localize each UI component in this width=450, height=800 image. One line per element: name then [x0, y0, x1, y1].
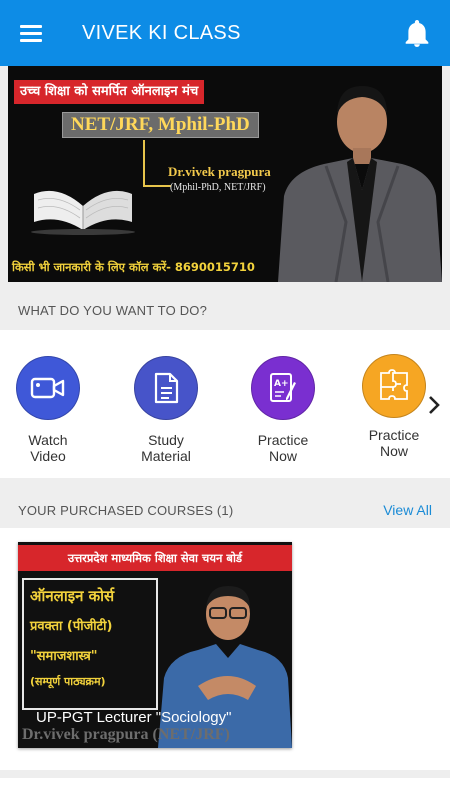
- banner-contact: किसी भी जानकारी के लिए कॉल करें- 8690015…: [12, 260, 255, 274]
- course-caption: UP-PGT Lecturer "Sociology": [36, 709, 232, 726]
- video-camera-icon: [16, 356, 80, 420]
- divider: [143, 185, 171, 187]
- course-card[interactable]: उत्तरप्रदेश माध्यमिक शिक्षा सेवा चयन बोर…: [18, 542, 292, 748]
- notification-bell-icon[interactable]: [404, 20, 430, 48]
- hamburger-menu-icon[interactable]: [18, 22, 44, 44]
- course-line: प्रवक्ता (पीजीटी): [30, 619, 113, 634]
- document-icon: [134, 356, 198, 420]
- view-all-link[interactable]: View All: [383, 502, 432, 518]
- banner-teacher-degrees: (Mphil-PhD, NET/JRF): [170, 182, 266, 193]
- promo-banner[interactable]: उच्च शिक्षा को समर्पित ऑनलाइन मंच NET/JR…: [8, 66, 442, 282]
- section-heading-courses: YOUR PURCHASED COURSES (1): [18, 503, 234, 518]
- course-line: ऑनलाइन कोर्स: [30, 587, 115, 605]
- action-label: Video: [30, 448, 66, 464]
- chevron-right-icon[interactable]: [426, 394, 442, 416]
- action-label: Practice: [257, 432, 309, 448]
- section-heading-actions: WHAT DO YOU WANT TO DO?: [18, 303, 208, 318]
- svg-text:A+: A+: [274, 379, 289, 389]
- action-label: Study: [148, 432, 184, 448]
- action-label: Watch: [28, 432, 68, 448]
- course-line: (सम्पूर्ण पाठ्यक्रम): [30, 675, 106, 688]
- practice-now-button[interactable]: A+ Practice Now: [233, 356, 333, 464]
- purchased-courses-panel: उत्तरप्रदेश माध्यमिक शिक्षा सेवा चयन बोर…: [0, 528, 450, 770]
- course-banner-title: उत्तरप्रदेश माध्यमिक शिक्षा सेवा चयन बोर…: [18, 545, 292, 571]
- watch-video-button[interactable]: Watch Video: [0, 356, 98, 464]
- banner-courses: NET/JRF, Mphil-PhD: [62, 112, 259, 138]
- banner-heading: उच्च शिक्षा को समर्पित ऑनलाइन मंच: [14, 80, 205, 104]
- action-label: Now: [379, 443, 408, 459]
- next-section-card: [0, 778, 450, 800]
- study-material-button[interactable]: Study Material: [116, 356, 216, 464]
- a-plus-exam-icon: A+: [251, 356, 315, 420]
- puzzle-icon: [362, 354, 426, 418]
- person-photo: [278, 86, 442, 282]
- app-bar: VIVEK KI CLASS: [0, 0, 450, 66]
- quick-actions-panel: Watch Video Study Material A+ Practice Now …: [0, 330, 450, 478]
- action-label: Material: [141, 448, 191, 464]
- course-footer: Dr.vivek pragpura (NET/JRF): [22, 726, 230, 743]
- action-label: Practice: [368, 427, 420, 443]
- banner-teacher-name: Dr.vivek pragpura: [168, 164, 271, 179]
- action-label: Now: [268, 448, 297, 464]
- app-title: VIVEK KI CLASS: [82, 22, 241, 44]
- book-image: [31, 190, 135, 235]
- course-line: "समाजशास्त्र": [30, 649, 98, 664]
- divider: [143, 140, 145, 186]
